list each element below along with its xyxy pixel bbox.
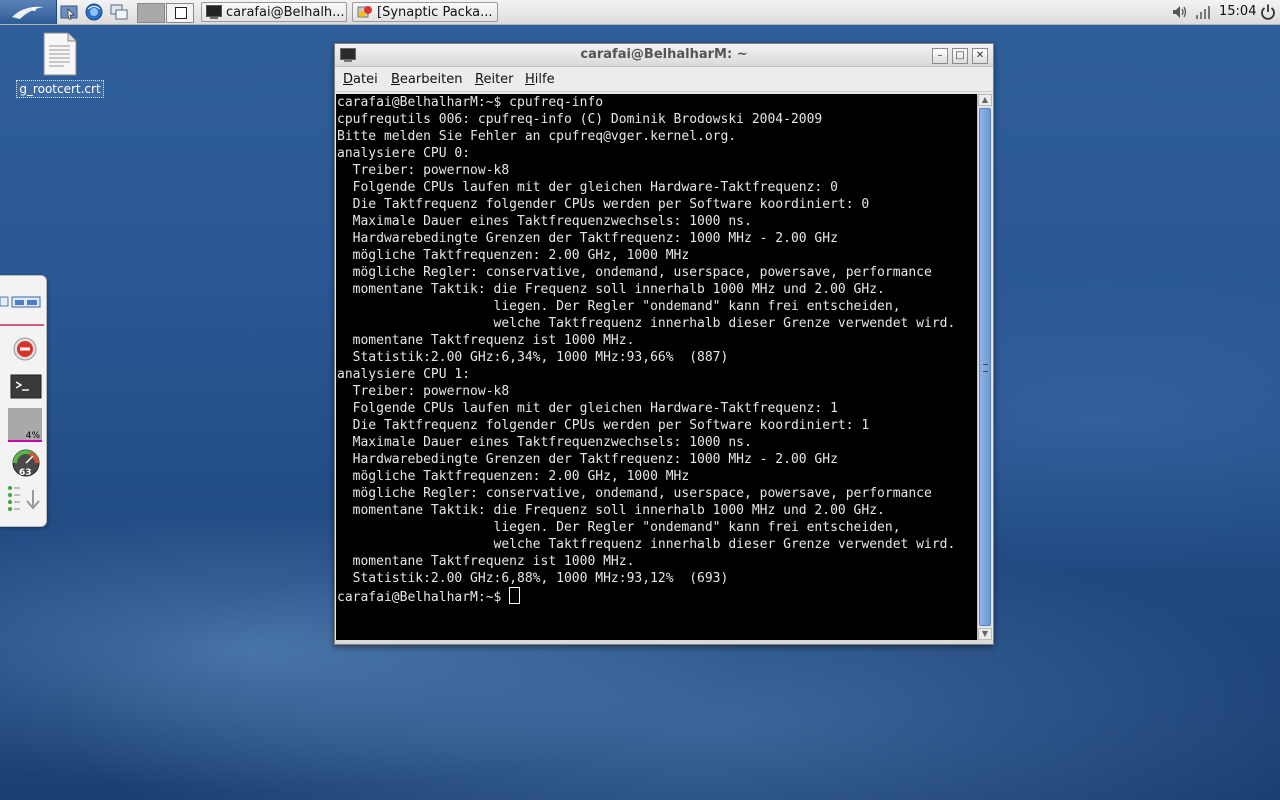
network-icon[interactable] — [1194, 3, 1212, 21]
volume-icon[interactable] — [1171, 3, 1189, 21]
start-logo-icon — [12, 6, 44, 19]
terminal-line: liegen. Der Regler "ondemand" kann frei … — [337, 520, 901, 535]
terminal-line: cpufrequtils 006: cpufreq-info (C) Domin… — [337, 112, 823, 127]
show-desktop-icon[interactable] — [60, 3, 78, 21]
terminal-text: carafai@BelhalharM:~$ cpufreq-info cpufre… — [336, 94, 977, 606]
synaptic-icon — [357, 5, 373, 19]
menu-hilfe[interactable]: Hilfe — [525, 72, 555, 87]
terminal-line: mögliche Regler: conservative, ondemand,… — [337, 265, 932, 280]
menu-datei[interactable]: Datei — [343, 72, 378, 87]
list-arrow-icon[interactable] — [6, 484, 42, 518]
file-icon — [42, 32, 78, 76]
terminal-line: Die Taktfrequenz folgender CPUs werden p… — [337, 418, 870, 433]
window-titlebar[interactable]: carafai@BelhalharM: ~ – □ ✕ — [335, 44, 993, 67]
close-icon: ✕ — [975, 50, 985, 61]
panel-clock[interactable]: 15:04 — [1219, 4, 1256, 19]
power-icon[interactable] — [1259, 3, 1277, 21]
terminal-line: Folgende CPUs laufen mit der gleichen Ha… — [337, 180, 838, 195]
workspace-2[interactable] — [166, 3, 194, 23]
side-dock: 4% 63 — [0, 275, 47, 527]
maximize-button[interactable]: □ — [952, 48, 968, 64]
terminal-line: momentane Taktfrequenz ist 1000 MHz. — [337, 333, 635, 348]
terminal-line: Treiber: powernow-k8 — [337, 384, 510, 399]
cpu-percent: 4% — [25, 431, 40, 441]
terminal-line: Folgende CPUs laufen mit der gleichen Ha… — [337, 401, 838, 416]
minimize-button[interactable]: – — [932, 48, 948, 64]
scroll-down-icon[interactable]: ▼ — [978, 628, 992, 640]
terminal-line: welche Taktfrequenz innerhalb dieser Gre… — [337, 316, 956, 331]
terminal-line: Die Taktfrequenz folgender CPUs werden p… — [337, 197, 870, 212]
terminal-line: Bitte melden Sie Fehler an cpufreq@vger.… — [337, 129, 737, 144]
window-switcher-icon[interactable] — [110, 3, 128, 21]
scrollbar-thumb[interactable] — [979, 108, 991, 626]
terminal-icon — [206, 5, 222, 19]
scroll-up-icon[interactable]: ▲ — [978, 94, 992, 106]
terminal-line: Statistik:2.00 GHz:6,88%, 1000 MHz:93,12… — [337, 571, 729, 586]
minimize-icon: – — [937, 50, 943, 61]
terminal-line: mögliche Taktfrequenzen: 2.00 GHz, 1000 … — [337, 248, 690, 263]
top-panel: carafai@Belhalh... [Synaptic Packa... 15… — [0, 0, 1280, 25]
terminal-line: Hardwarebedingte Grenzen der Taktfrequen… — [337, 231, 838, 246]
terminal-output[interactable]: carafai@BelhalharM:~$ cpufreq-info cpufre… — [336, 94, 977, 640]
cpu-graph-icon[interactable]: 4% — [8, 408, 42, 442]
terminal-launcher-icon[interactable] — [8, 374, 42, 400]
terminal-line: momentane Taktik: die Frequenz soll inne… — [337, 503, 885, 518]
terminal-line: carafai@BelhalharM:~$ cpufreq-info — [337, 95, 604, 110]
terminal-window[interactable]: carafai@BelhalharM: ~ – □ ✕ Datei Bearbe… — [334, 43, 994, 645]
terminal-prompt-line[interactable]: carafai@BelhalharM:~$ — [337, 587, 977, 606]
menu-bearbeiten[interactable]: Bearbeiten — [391, 72, 462, 87]
task-terminal-label: carafai@Belhalh... — [226, 4, 345, 20]
menu-reiter[interactable]: Reiter — [475, 72, 514, 87]
window-title: carafai@BelhalharM: ~ — [580, 47, 748, 62]
desktop-icon-rootcert[interactable]: g_rootcert.crt — [16, 32, 104, 98]
terminal-prompt: carafai@BelhalharM:~$ — [337, 590, 510, 605]
menubar: Datei Bearbeiten Reiter Hilfe — [335, 67, 993, 92]
terminal-line: analysiere CPU 0: — [337, 146, 471, 161]
terminal-line: mögliche Regler: conservative, ondemand,… — [337, 486, 932, 501]
window-list-icon[interactable] — [0, 294, 44, 310]
terminal-line: Maximale Dauer eines Taktfrequenzwechsel… — [337, 214, 752, 229]
terminal-line: analysiere CPU 1: — [337, 367, 471, 382]
terminal-line: momentane Taktfrequenz ist 1000 MHz. — [337, 554, 635, 569]
terminal-line: momentane Taktik: die Frequenz soll inne… — [337, 282, 885, 297]
close-button[interactable]: ✕ — [972, 48, 988, 64]
terminal-scrollbar[interactable]: ▲ ▼ — [977, 94, 992, 640]
gauge-value: 63 — [19, 468, 32, 478]
terminal-cursor — [509, 587, 521, 604]
terminal-line: welche Taktfrequenz innerhalb dieser Gre… — [337, 537, 956, 552]
desktop-icon-label: g_rootcert.crt — [16, 80, 104, 98]
terminal-line: Hardwarebedingte Grenzen der Taktfrequen… — [337, 452, 838, 467]
stop-icon[interactable] — [12, 336, 38, 362]
terminal-line: Statistik:2.00 GHz:6,34%, 1000 MHz:93,66… — [337, 350, 729, 365]
task-synaptic-label: [Synaptic Packa... — [377, 4, 493, 20]
browser-icon[interactable] — [85, 3, 103, 21]
window-resize-border[interactable] — [335, 640, 993, 644]
terminal-line: Treiber: powernow-k8 — [337, 163, 510, 178]
terminal-line: liegen. Der Regler "ondemand" kann frei … — [337, 299, 901, 314]
task-terminal[interactable]: carafai@Belhalh... — [201, 2, 347, 22]
workspace-1[interactable] — [137, 3, 165, 23]
task-synaptic[interactable]: [Synaptic Packa... — [352, 2, 498, 22]
terminal-line: Maximale Dauer eines Taktfrequenzwechsel… — [337, 435, 752, 450]
terminal-line: mögliche Taktfrequenzen: 2.00 GHz, 1000 … — [337, 469, 690, 484]
speed-gauge-icon[interactable]: 63 — [10, 448, 42, 480]
maximize-icon: □ — [955, 50, 965, 61]
application-menu-button[interactable] — [0, 0, 57, 24]
